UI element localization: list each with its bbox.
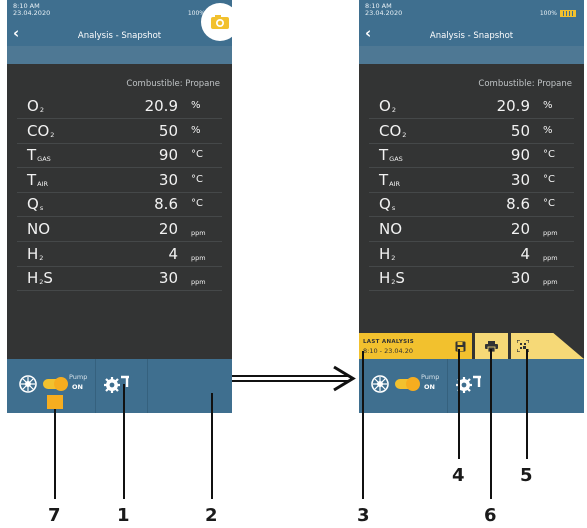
callout-number-1: 1 — [117, 505, 130, 526]
callout-number-2: 2 — [205, 505, 218, 526]
callout-number-6: 6 — [484, 505, 497, 526]
callout-layer — [47, 349, 528, 499]
callout-number-5: 5 — [520, 465, 533, 486]
callout-number-3: 3 — [357, 505, 370, 526]
callout-line-7 — [47, 395, 63, 499]
transition-arrow — [232, 365, 356, 392]
callout-number-7: 7 — [48, 505, 61, 526]
callout-number-4: 4 — [452, 465, 465, 486]
